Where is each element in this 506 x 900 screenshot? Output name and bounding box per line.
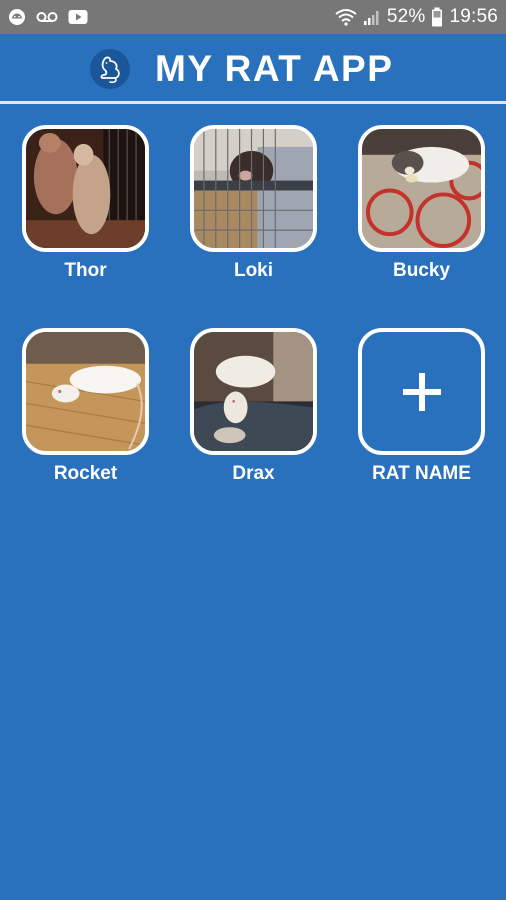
android-icon bbox=[9, 9, 25, 25]
wifi-icon bbox=[335, 9, 357, 26]
rat-logo-icon bbox=[90, 49, 130, 89]
rat-name-label: Drax bbox=[232, 463, 275, 484]
rat-photo-bucky bbox=[362, 129, 481, 248]
rat-tile-thor[interactable]: Thor bbox=[22, 125, 149, 281]
rat-tile-loki[interactable]: Loki bbox=[190, 125, 317, 281]
status-bar-notifications bbox=[8, 6, 88, 28]
rat-photo-drax bbox=[194, 332, 313, 451]
rat-photo-rocket bbox=[26, 332, 145, 451]
rat-name-label: Rocket bbox=[53, 463, 118, 484]
rat-photo-frame[interactable] bbox=[22, 125, 149, 252]
rat-name-label: Loki bbox=[233, 260, 274, 281]
rat-tile-bucky[interactable]: Bucky bbox=[358, 125, 485, 281]
rat-name-label: Bucky bbox=[392, 260, 451, 281]
rat-name-label: Thor bbox=[64, 260, 107, 281]
rat-photo-frame[interactable] bbox=[22, 328, 149, 455]
signal-icon bbox=[363, 11, 379, 25]
rat-tile-rocket[interactable]: Rocket bbox=[22, 328, 149, 484]
rat-photo-loki bbox=[194, 129, 313, 248]
battery-icon bbox=[432, 7, 443, 27]
app-header: MY RAT APP bbox=[0, 34, 506, 104]
rat-photo-frame[interactable] bbox=[358, 125, 485, 252]
add-rat-tile[interactable]: RAT NAME bbox=[358, 328, 485, 484]
rat-tile-drax[interactable]: Drax bbox=[190, 328, 317, 484]
youtube-icon bbox=[68, 10, 88, 24]
status-bar-system: 52% 19:56 bbox=[335, 4, 498, 30]
rat-photo-frame[interactable] bbox=[190, 125, 317, 252]
rat-photo-thor bbox=[26, 129, 145, 248]
rat-photo-frame[interactable] bbox=[190, 328, 317, 455]
voicemail-icon bbox=[36, 12, 58, 22]
status-bar: 52% 19:56 bbox=[0, 0, 506, 34]
app-title: MY RAT APP bbox=[155, 48, 394, 89]
battery-percentage: 52% bbox=[386, 6, 426, 27]
plus-icon bbox=[402, 372, 441, 411]
add-rat-button[interactable] bbox=[358, 328, 485, 455]
header-divider bbox=[0, 101, 506, 104]
add-rat-label: RAT NAME bbox=[372, 463, 471, 484]
clock: 19:56 bbox=[449, 6, 498, 27]
